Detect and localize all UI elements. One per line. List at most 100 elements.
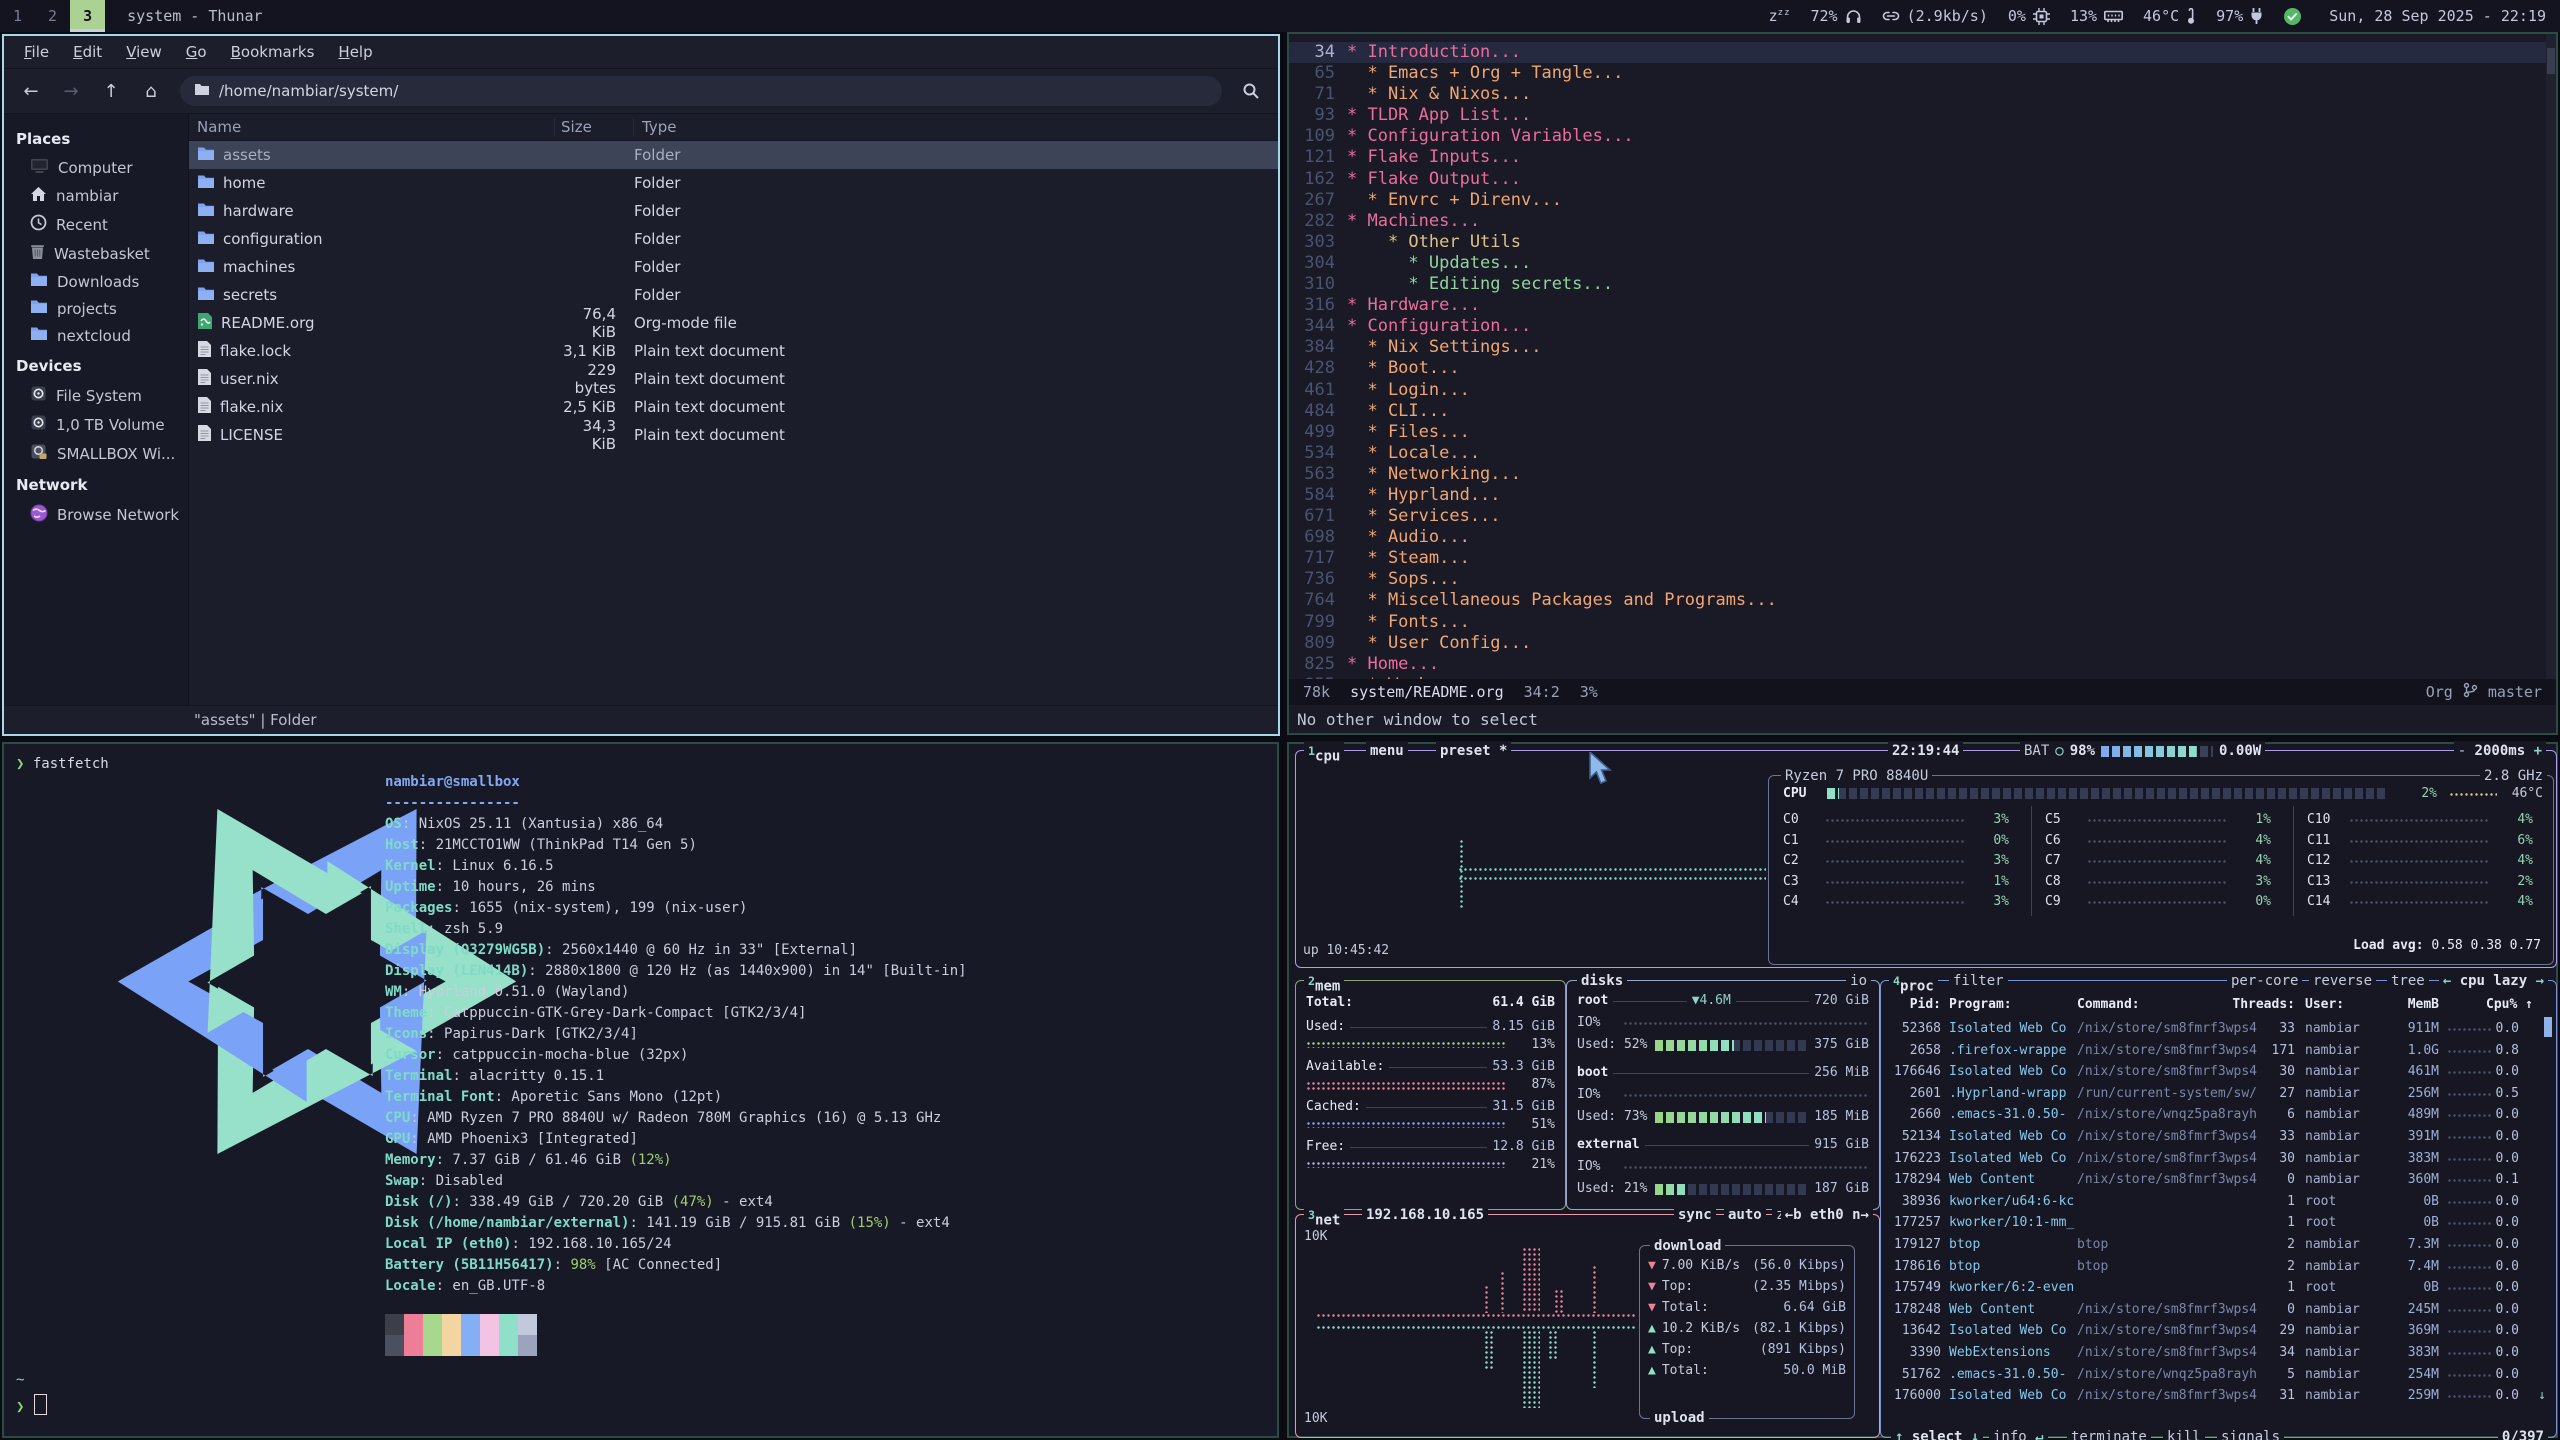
battery-module[interactable]: 97%: [2216, 7, 2263, 25]
network-module[interactable]: (2.9kb/s): [1882, 7, 1988, 25]
volume-module[interactable]: 72%: [1811, 7, 1862, 25]
org-heading-line[interactable]: 698 * Audio...: [1289, 527, 2556, 548]
net-interface-switcher[interactable]: ←b eth0 n→: [1781, 1205, 1873, 1225]
sidebar-item-projects[interactable]: projects: [4, 295, 188, 322]
proc-tree-toggle[interactable]: tree: [2387, 971, 2429, 991]
org-heading-line[interactable]: 162* Flake Output...: [1289, 169, 2556, 190]
forward-button[interactable]: →: [54, 76, 88, 106]
org-heading-line[interactable]: 109* Configuration Variables...: [1289, 126, 2556, 147]
org-heading-line[interactable]: 71 * Nix & Nixos...: [1289, 84, 2556, 105]
org-heading-line[interactable]: 584 * Hyprland...: [1289, 485, 2556, 506]
org-heading-line[interactable]: 267 * Envrc + Direnv...: [1289, 190, 2556, 211]
shell-prompt[interactable]: ❯: [16, 1394, 47, 1418]
scrollbar[interactable]: [2546, 34, 2556, 679]
menu-button[interactable]: menu: [1366, 741, 1408, 761]
file-row-readme-org[interactable]: README.org76,4 KiBOrg-mode file: [189, 309, 1278, 337]
proc-scrollbar[interactable]: [2544, 1017, 2552, 1037]
file-row-flake-lock[interactable]: flake.lock3,1 KiBPlain text document: [189, 337, 1278, 365]
systemd-status-module[interactable]: [2283, 7, 2309, 26]
menu-bookmarks[interactable]: Bookmarks: [221, 40, 325, 64]
proc-filter-button[interactable]: filter: [1949, 971, 2008, 991]
menu-file[interactable]: File: [14, 40, 59, 64]
proc-reverse-toggle[interactable]: reverse: [2309, 971, 2376, 991]
file-row-configuration[interactable]: configurationFolder: [189, 225, 1278, 253]
cpu-box-title[interactable]: 1cpu: [1304, 741, 1344, 767]
org-heading-line[interactable]: 671 * Services...: [1289, 506, 2556, 527]
org-heading-line[interactable]: 384 * Nix Settings...: [1289, 337, 2556, 358]
org-heading-line[interactable]: 282* Machines...: [1289, 211, 2556, 232]
disks-box-title[interactable]: disks: [1577, 971, 1627, 991]
org-heading-line[interactable]: 736 * Sops...: [1289, 569, 2556, 590]
net-auto-button[interactable]: auto: [1724, 1205, 1766, 1225]
proc-box-title[interactable]: 4proc: [1889, 971, 1938, 997]
org-heading-line[interactable]: 855 * Waubar...: [1289, 675, 2556, 679]
org-buffer[interactable]: 34* Introduction...65 * Emacs + Org + Ta…: [1289, 34, 2556, 679]
file-row-machines[interactable]: machinesFolder: [189, 253, 1278, 281]
menu-view[interactable]: View: [116, 40, 172, 64]
clock-module[interactable]: Sun, 28 Sep 2025 - 22:19: [2329, 7, 2546, 25]
org-heading-line[interactable]: 809 * User Config...: [1289, 633, 2556, 654]
file-row-secrets[interactable]: secretsFolder: [189, 281, 1278, 309]
org-heading-line[interactable]: 316* Hardware...: [1289, 295, 2556, 316]
org-heading-line[interactable]: 499 * Files...: [1289, 422, 2556, 443]
sidebar-item-nextcloud[interactable]: nextcloud: [4, 322, 188, 349]
workspace-1[interactable]: 1: [0, 0, 35, 32]
menu-go[interactable]: Go: [176, 40, 217, 64]
proc-terminate-button[interactable]: terminate: [2067, 1427, 2151, 1440]
sidebar-item-recent[interactable]: Recent: [4, 210, 188, 239]
sidebar-item-1-0-tb-volume[interactable]: 1,0 TB Volume: [4, 410, 188, 439]
file-row-license[interactable]: LICENSE34,3 KiBPlain text document: [189, 421, 1278, 449]
back-button[interactable]: ←: [14, 76, 48, 106]
column-type[interactable]: Type: [634, 118, 1278, 136]
org-heading-line[interactable]: 344* Configuration...: [1289, 316, 2556, 337]
proc-info-button[interactable]: info ↵: [1989, 1427, 2048, 1440]
org-heading-line[interactable]: 799 * Fonts...: [1289, 612, 2556, 633]
path-bar[interactable]: /home/nambiar/system/: [180, 76, 1222, 106]
update-interval-control[interactable]: - 2000ms +: [2454, 741, 2546, 761]
workspace-2[interactable]: 2: [35, 0, 70, 32]
column-name[interactable]: Name: [189, 118, 555, 136]
search-icon[interactable]: [1234, 76, 1268, 106]
file-row-flake-nix[interactable]: flake.nix2,5 KiBPlain text document: [189, 393, 1278, 421]
home-button[interactable]: ⌂: [134, 76, 168, 106]
file-row-hardware[interactable]: hardwareFolder: [189, 197, 1278, 225]
org-heading-line[interactable]: 304 * Updates...: [1289, 253, 2556, 274]
proc-kill-button[interactable]: kill: [2163, 1427, 2205, 1440]
org-heading-line[interactable]: 825* Home...: [1289, 654, 2556, 675]
proc-sort-selector[interactable]: ← cpu lazy →: [2439, 971, 2548, 991]
terminal-window[interactable]: ❯ fastfetch nambiar@smallbox------------…: [2, 742, 1279, 1438]
org-heading-line[interactable]: 65 * Emacs + Org + Tangle...: [1289, 63, 2556, 84]
column-size[interactable]: Size: [555, 118, 634, 136]
org-heading-line[interactable]: 764 * Miscellaneous Packages and Program…: [1289, 590, 2556, 611]
org-heading-line[interactable]: 121* Flake Inputs...: [1289, 147, 2556, 168]
workspace-3[interactable]: 3: [70, 0, 105, 32]
net-sync-button[interactable]: sync: [1674, 1205, 1716, 1225]
up-button[interactable]: ↑: [94, 76, 128, 106]
cpu-module[interactable]: 0%: [2008, 7, 2050, 25]
sidebar-item-nambiar[interactable]: nambiar: [4, 182, 188, 210]
memory-module[interactable]: 13%: [2070, 7, 2123, 25]
proc-signals-button[interactable]: signals: [2217, 1427, 2284, 1440]
temperature-module[interactable]: 46°C: [2143, 7, 2196, 25]
file-row-user-nix[interactable]: user.nix229 bytesPlain text document: [189, 365, 1278, 393]
org-heading-line[interactable]: 428 * Boot...: [1289, 358, 2556, 379]
org-heading-line[interactable]: 484 * CLI...: [1289, 401, 2556, 422]
org-heading-line[interactable]: 563 * Networking...: [1289, 464, 2556, 485]
proc-select-hint[interactable]: ↑ select ↓: [1891, 1427, 1983, 1440]
file-row-home[interactable]: homeFolder: [189, 169, 1278, 197]
sidebar-item-wastebasket[interactable]: Wastebasket: [4, 239, 188, 268]
org-heading-line[interactable]: 534 * Locale...: [1289, 443, 2556, 464]
sidebar-item-file-system[interactable]: File System: [4, 381, 188, 410]
idle-inhibitor-module[interactable]: zzz: [1762, 7, 1791, 25]
org-heading-line[interactable]: 34* Introduction...: [1289, 42, 2556, 63]
file-row-assets[interactable]: assetsFolder: [189, 141, 1278, 169]
org-heading-line[interactable]: 303 * Other Utils: [1289, 232, 2556, 253]
menu-help[interactable]: Help: [328, 40, 382, 64]
org-heading-line[interactable]: 717 * Steam...: [1289, 548, 2556, 569]
menu-edit[interactable]: Edit: [63, 40, 112, 64]
sidebar-item-browse-network[interactable]: Browse Network: [4, 500, 188, 530]
org-heading-line[interactable]: 310 * Editing secrets...: [1289, 274, 2556, 295]
sidebar-item-downloads[interactable]: Downloads: [4, 268, 188, 295]
org-heading-line[interactable]: 461 * Login...: [1289, 380, 2556, 401]
disks-io-toggle[interactable]: io: [1846, 971, 1871, 991]
